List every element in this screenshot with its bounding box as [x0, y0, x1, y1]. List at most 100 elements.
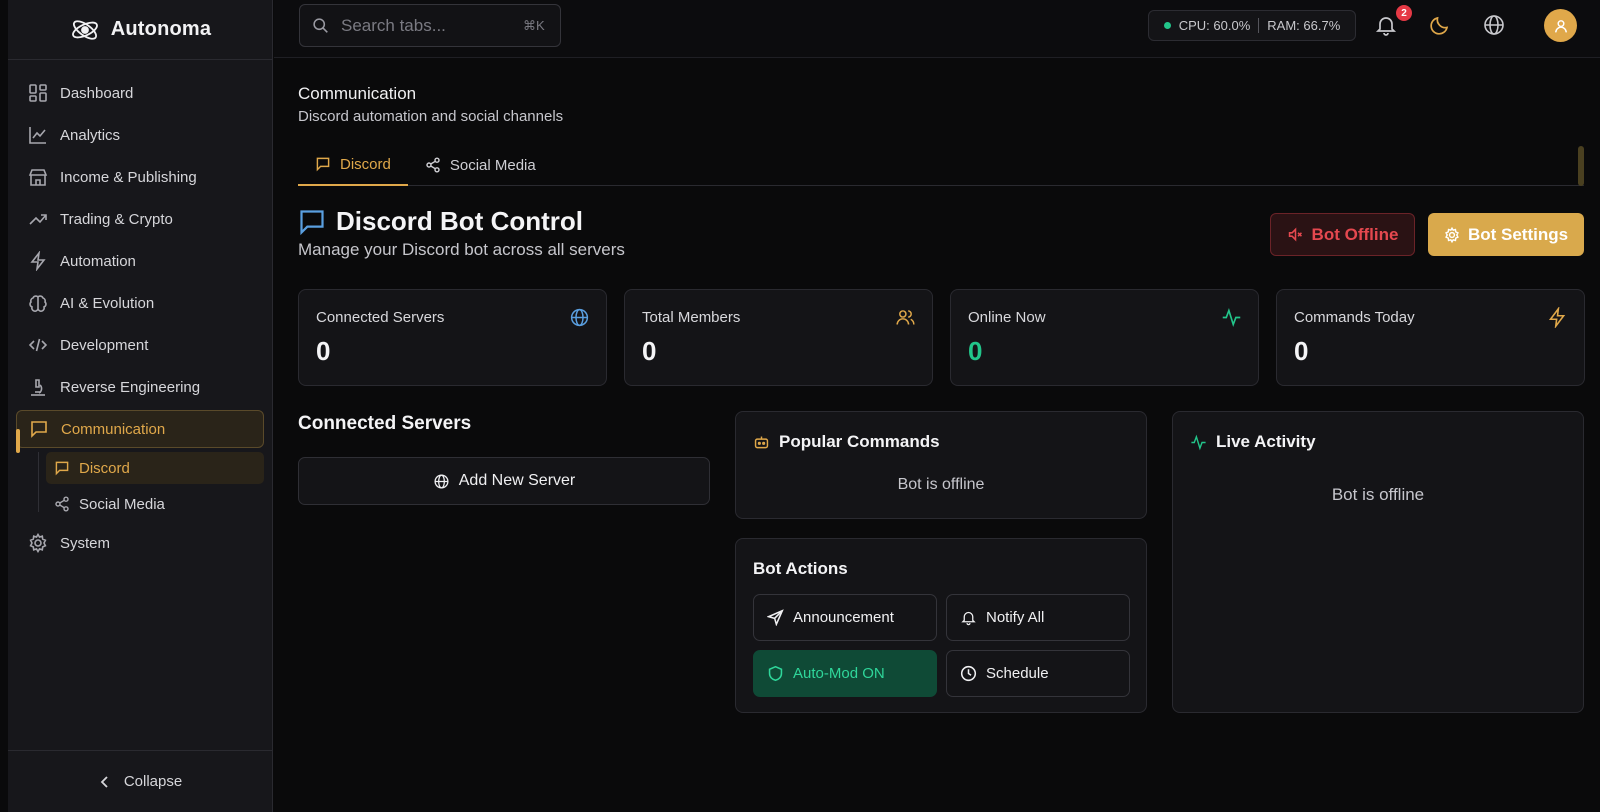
sidebar-item-label: Automation: [60, 252, 136, 270]
chevron-left-icon: [98, 775, 112, 789]
sidebar-item-communication[interactable]: Communication: [16, 410, 264, 453]
bell-icon[interactable]: [1374, 13, 1398, 37]
sidebar-item-label: Analytics: [60, 126, 121, 144]
bot-actions-grid: Announcement Notify All Auto-Mod ON Sche…: [753, 594, 1130, 697]
live-activity-empty: Bot is offline: [1331, 485, 1425, 504]
sidebar-subitem-label: Social Media: [79, 495, 165, 513]
stat-value: 0: [1294, 336, 1309, 366]
popular-commands-title: Popular Commands: [779, 432, 940, 451]
live-activity-title: Live Activity: [1216, 432, 1316, 451]
sidebar-item-label: Trading & Crypto: [60, 210, 173, 228]
page-subtitle: Discord automation and social channels: [298, 108, 564, 125]
add-server-label: Add New Server: [458, 472, 576, 489]
shield-icon: [767, 665, 784, 682]
stat-card-connected-servers: Connected Servers 0: [298, 289, 607, 386]
message-square-icon: [29, 419, 49, 439]
send-icon: [767, 609, 784, 626]
users-icon: [895, 307, 916, 328]
sidebar-item-automation[interactable]: Automation: [16, 242, 264, 280]
tab-discord[interactable]: Discord: [298, 144, 408, 186]
moon-icon[interactable]: [1428, 13, 1452, 37]
bot-icon: [753, 434, 770, 451]
message-square-icon: [298, 208, 326, 236]
stat-label: Total Members: [642, 309, 741, 326]
sidebar: Autonoma Dashboard Analytics Income & Pu…: [8, 0, 273, 812]
share-icon: [54, 496, 70, 512]
sidebar-item-analytics[interactable]: Analytics: [16, 116, 264, 154]
sidebar-item-label: Development: [60, 336, 149, 354]
sidebar-item-ai[interactable]: AI & Evolution: [16, 284, 264, 322]
popular-commands-card: Popular Commands Bot is offline: [735, 411, 1147, 519]
scrollbar-thumb[interactable]: [1578, 146, 1584, 186]
section-title: Discord Bot Control: [336, 206, 583, 236]
bot-status-button[interactable]: Bot Offline: [1270, 213, 1415, 256]
globe-icon[interactable]: [1482, 13, 1506, 37]
action-label: Announcement: [793, 609, 894, 626]
announcement-button[interactable]: Announcement: [753, 594, 937, 641]
card-title: Live Activity: [1190, 432, 1316, 452]
sidebar-item-label: Dashboard: [60, 84, 134, 102]
line-chart-icon: [28, 125, 48, 145]
action-label: Auto-Mod ON: [793, 665, 885, 682]
sidebar-item-label: Communication: [61, 420, 166, 438]
globe-icon: [569, 307, 590, 328]
brand[interactable]: Autonoma: [8, 0, 272, 60]
divider: [1258, 18, 1260, 33]
stat-label: Connected Servers: [316, 309, 445, 326]
sidebar-subitem-discord[interactable]: Discord: [46, 452, 264, 484]
search-shortcut: ⌘K: [523, 17, 545, 33]
sidebar-nav: Dashboard Analytics Income & Publishing …: [8, 60, 272, 562]
bot-settings-button[interactable]: Bot Settings: [1428, 213, 1584, 256]
sidebar-subitem-social-media[interactable]: Social Media: [46, 488, 264, 520]
system-monitor: CPU: 60.0% RAM: 66.7%: [1148, 10, 1356, 41]
user-icon: [1553, 18, 1569, 34]
search-input[interactable]: [341, 15, 511, 36]
app-root: Autonoma Dashboard Analytics Income & Pu…: [0, 0, 1600, 812]
sidebar-item-reverse-engineering[interactable]: Reverse Engineering: [16, 368, 264, 406]
bolt-icon: [1547, 307, 1568, 328]
sidebar-item-income[interactable]: Income & Publishing: [16, 158, 264, 196]
stats-row: Connected Servers 0 Total Members 0 Onli…: [298, 289, 1585, 386]
stat-card-online-now: Online Now 0: [950, 289, 1259, 386]
bot-settings-label: Bot Settings: [1467, 224, 1569, 244]
gear-icon: [28, 533, 48, 553]
cpu-usage: CPU: 60.0%: [1178, 18, 1251, 33]
avatar[interactable]: [1544, 9, 1577, 42]
bolt-icon: [28, 251, 48, 271]
activity-icon: [1221, 307, 1242, 328]
message-square-icon: [315, 156, 331, 172]
schedule-button[interactable]: Schedule: [946, 650, 1130, 697]
code-icon: [28, 335, 48, 355]
bell-icon: [960, 609, 977, 626]
tab-social-media[interactable]: Social Media: [408, 144, 553, 186]
action-label: Schedule: [986, 665, 1049, 682]
collapse-button[interactable]: Collapse: [8, 750, 272, 812]
notify-all-button[interactable]: Notify All: [946, 594, 1130, 641]
sidebar-item-trading[interactable]: Trading & Crypto: [16, 200, 264, 238]
add-server-button[interactable]: Add New Server: [298, 457, 710, 505]
status-dot: [1163, 22, 1171, 29]
stat-card-commands-today: Commands Today 0: [1276, 289, 1585, 386]
microscope-icon: [28, 377, 48, 397]
stat-value: 0: [642, 336, 657, 366]
stat-value: 0: [316, 336, 331, 366]
volume-off-icon: [1287, 226, 1304, 243]
section-header: Discord Bot Control: [298, 206, 583, 237]
activity-icon: [1190, 434, 1207, 451]
notification-badge: 2: [1396, 5, 1412, 21]
sidebar-item-label: Income & Publishing: [60, 168, 197, 186]
sidebar-item-development[interactable]: Development: [16, 326, 264, 364]
sidebar-submenu: Discord Social Media: [8, 452, 272, 520]
sidebar-item-dashboard[interactable]: Dashboard: [16, 74, 264, 112]
bot-actions-card: Bot Actions Announcement Notify All Auto…: [735, 538, 1147, 713]
auto-mod-toggle[interactable]: Auto-Mod ON: [753, 650, 937, 697]
gear-icon: [1444, 226, 1460, 243]
stat-label: Online Now: [968, 309, 1046, 326]
search-box[interactable]: ⌘K: [299, 4, 561, 47]
brain-icon: [28, 293, 48, 313]
collapse-label: Collapse: [123, 773, 183, 790]
tab-label: Discord: [340, 155, 391, 173]
brand-name: Autonoma: [110, 18, 212, 40]
card-title: Popular Commands: [753, 432, 940, 452]
sidebar-item-system[interactable]: System: [16, 524, 264, 562]
